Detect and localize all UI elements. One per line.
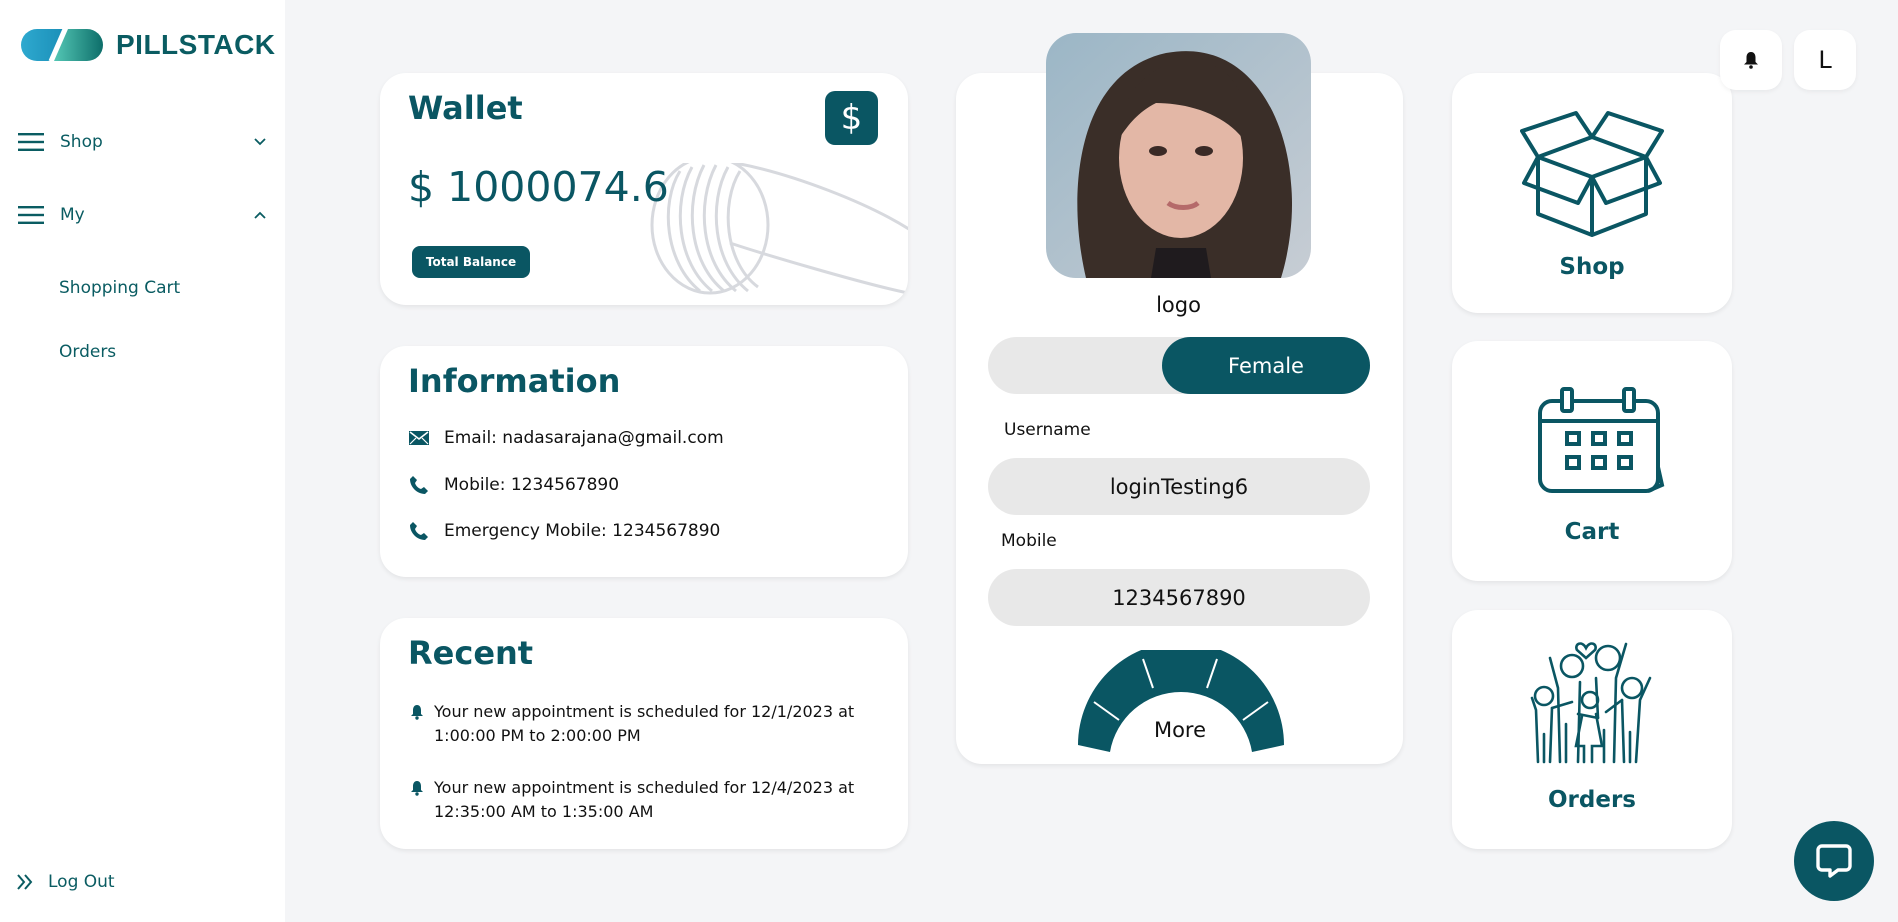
recent-title: Recent (408, 634, 534, 672)
profile-photo[interactable] (1046, 33, 1311, 278)
email-text: Email: nadasarajana@gmail.com (444, 428, 724, 448)
menu-icon (18, 133, 44, 151)
orders-tile[interactable]: Orders (1452, 610, 1732, 849)
chat-bubble-icon (1816, 844, 1852, 878)
wallet-card: Wallet $ $ 1000074.6 Total Balance (380, 73, 908, 305)
cart-tile-label: Cart (1564, 519, 1620, 545)
sidebar-subitem-shopping-cart[interactable]: Shopping Cart (59, 278, 180, 298)
mobile-text: Mobile: 1234567890 (444, 475, 620, 495)
dollar-button[interactable]: $ (825, 91, 878, 145)
gender-toggle[interactable]: Female (988, 337, 1370, 394)
profile-photo-image (1046, 33, 1311, 278)
recent-item: Your new appointment is scheduled for 12… (410, 700, 860, 748)
calendar-icon (1538, 387, 1665, 493)
user-avatar-button[interactable]: L (1794, 30, 1856, 90)
logout-label: Log Out (48, 872, 115, 892)
mobile-label: Mobile (1001, 531, 1057, 551)
shop-tile-label: Shop (1559, 254, 1625, 280)
cart-tile[interactable]: Cart (1452, 341, 1732, 581)
sidebar-subitem-orders[interactable]: Orders (59, 342, 116, 362)
sidebar-item-label: My (60, 205, 85, 225)
username-label: Username (1004, 420, 1091, 440)
bell-icon (1744, 52, 1758, 69)
username-field[interactable] (988, 458, 1370, 515)
logout-button[interactable]: Log Out (16, 872, 115, 892)
sidebar-item-shop[interactable]: Shop (18, 132, 266, 152)
double-chevron-right-icon (17, 874, 33, 890)
shop-tile[interactable]: Shop (1452, 73, 1732, 313)
profile-logo-caption: logo (1156, 293, 1201, 317)
more-label[interactable]: More (1090, 718, 1270, 742)
gender-option-female[interactable]: Female (1162, 337, 1370, 394)
recent-card: Recent Your new appointment is scheduled… (380, 618, 908, 849)
sidebar-item-label: Shop (60, 132, 103, 152)
emergency-mobile-text: Emergency Mobile: 1234567890 (444, 521, 721, 541)
open-box-icon (1520, 111, 1664, 237)
wallet-title: Wallet (408, 89, 523, 127)
mobile-field[interactable] (988, 569, 1370, 626)
recent-item: Your new appointment is scheduled for 12… (410, 776, 860, 824)
wallet-balance: $ 1000074.6 (408, 163, 669, 211)
chat-button[interactable] (1794, 821, 1874, 901)
sidebar: PILLSTACK Shop My Shopping Cart Orders L… (0, 0, 285, 922)
info-emergency-row: Emergency Mobile: 1234567890 (408, 521, 720, 541)
phone-icon (408, 521, 430, 541)
phone-icon (408, 475, 430, 495)
chevron-down-icon (254, 138, 266, 146)
brand-name: PILLSTACK (116, 29, 276, 60)
envelope-icon (408, 431, 430, 445)
information-card: Information Email: nadasarajana@gmail.co… (380, 346, 908, 577)
recent-item-text: Your new appointment is scheduled for 12… (434, 778, 855, 821)
orders-tile-label: Orders (1548, 787, 1636, 813)
chevron-up-icon (254, 211, 266, 219)
info-mobile-row: Mobile: 1234567890 (408, 475, 619, 495)
bell-icon (410, 776, 424, 824)
dollar-icon: $ (840, 98, 863, 138)
sidebar-item-my[interactable]: My (18, 205, 266, 225)
more-gauge-graphic[interactable] (1066, 650, 1296, 760)
family-icon (1530, 642, 1652, 764)
wallet-decoration-graphic (650, 163, 908, 295)
notifications-button[interactable] (1720, 30, 1782, 90)
avatar-letter: L (1818, 46, 1832, 74)
information-title: Information (408, 362, 621, 400)
info-email-row: Email: nadasarajana@gmail.com (408, 428, 724, 448)
pillstack-logo-icon (21, 28, 103, 62)
recent-item-text: Your new appointment is scheduled for 12… (434, 702, 855, 745)
brand-logo[interactable]: PILLSTACK (20, 28, 276, 62)
menu-icon (18, 206, 44, 224)
total-balance-badge: Total Balance (412, 246, 530, 278)
bell-icon (410, 700, 424, 748)
